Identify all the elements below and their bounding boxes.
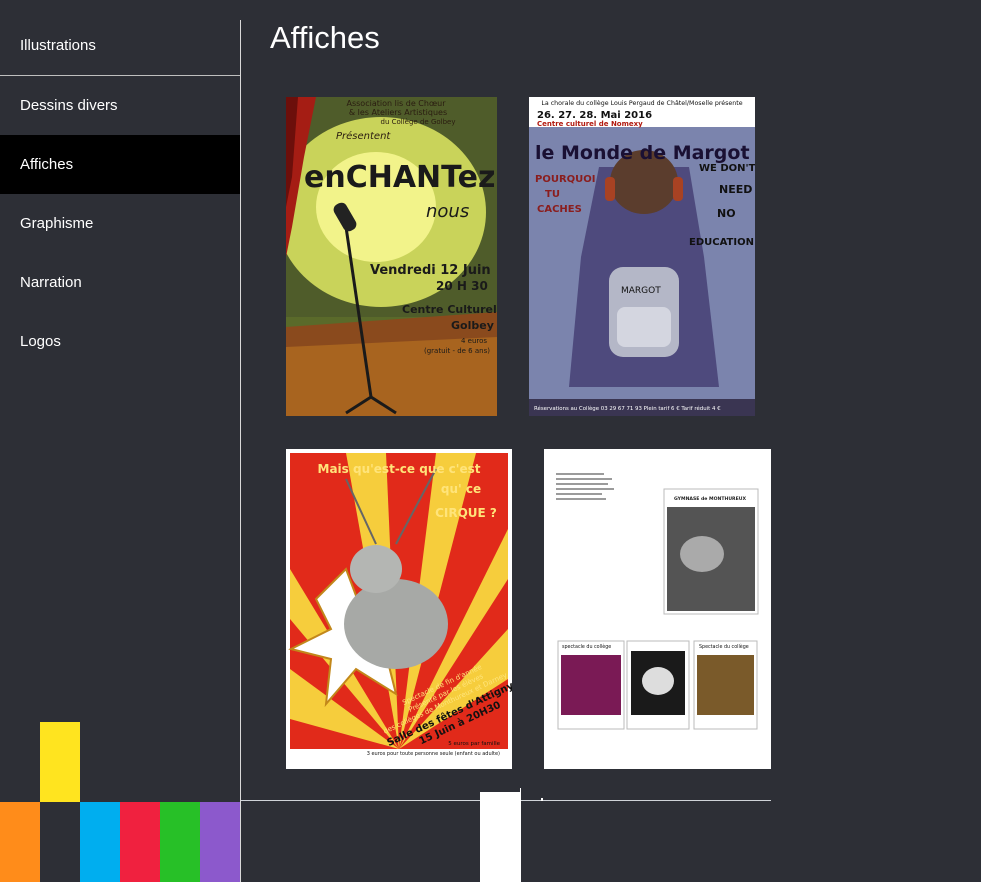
poster-enchantez-date: Vendredi 12 Juin [370,263,491,278]
poster-margot-left1: POURQUOI [535,174,596,185]
swatch-blue [80,802,120,882]
poster-monde-de-margot[interactable]: La chorale du collège Louis Pergaud de C… [529,97,755,416]
poster-enchantez-line3: du Collège de Golbey [381,118,456,126]
poster-margot-art: La chorale du collège Louis Pergaud de C… [529,97,755,416]
poster-margot-footer: Réservations au Collège 03 29 67 71 93 P… [534,405,721,412]
poster-enchantez-line2: & les Ateliers Artistiques [349,108,447,117]
poster-enchantez-price2: (gratuit - de 6 ans) [424,347,490,355]
nav-item-dessins-divers[interactable]: Dessins divers [0,76,240,135]
footer-tick [520,788,521,800]
poster-gymnase-thumb1: spectacle du collège [562,643,611,650]
poster-enchantez-sub: nous [426,201,469,222]
nav-item-illustrations[interactable]: Illustrations [0,16,240,75]
page-title: Affiches [270,20,380,55]
footer-dot [541,798,543,801]
poster-enchantez-venue1: Centre Culturel [402,303,497,316]
poster-margot-right2: NEED [719,183,752,196]
poster-gymnase-heading2: VENDREDI 20 JUIN à 20H30 [678,502,742,507]
poster-margot-right3: NO [717,207,736,220]
poster-enchantez-line1: Association lis de Chœur [347,99,447,108]
nav-item-logos[interactable]: Logos [0,312,240,371]
sidebar-nav: Illustrations Dessins divers Affiches Gr… [0,0,240,882]
poster-margot-left2: TU [545,189,560,200]
poster-enchantez-headline: enCHANTez [304,160,495,195]
poster-cirque-price2: 3 euros pour toute personne seule (enfan… [367,751,500,757]
poster-margot-place: Centre culturel de Nomexy [537,120,643,128]
swatch-green [160,802,200,882]
poster-gymnase-art: GYMNASE de MONTHUREUX VENDREDI 20 JUIN à… [544,449,771,769]
swatch-yellow [40,722,80,802]
poster-margot-right4: EDUCATION ! [689,237,755,248]
poster-cirque-headline3: CIRQUE ? [435,506,497,520]
poster-margot-right1: WE DON'T [699,163,755,174]
nav-item-affiches[interactable]: Affiches [0,135,240,194]
sidebar-divider [240,20,241,882]
nav-item-graphisme[interactable]: Graphisme [0,194,240,253]
poster-enchantez[interactable]: Association lis de Chœur & les Ateliers … [286,97,497,416]
poster-enchantez-art: Association lis de Chœur & les Ateliers … [286,97,497,416]
poster-enchantez-price1: 4 euros [461,337,487,345]
nav-item-narration[interactable]: Narration [0,253,240,312]
white-bar [480,792,521,882]
poster-enchantez-venue2: Golbey [451,319,494,332]
poster-cirque-price1: 5 euros par famille [448,741,500,747]
swatch-red [120,802,160,882]
poster-gymnase[interactable]: GYMNASE de MONTHUREUX VENDREDI 20 JUIN à… [544,449,771,769]
poster-enchantez-time: 20 H 30 [436,279,488,293]
poster-margot-left3: CACHES [537,204,582,215]
poster-gymnase-thumb3: Spectacle du collège [699,643,749,650]
poster-cirque-headline1: Mais qu'est-ce que c'est [318,462,481,476]
poster-cirque[interactable]: Mais qu'est-ce que c'est qu' ce CIRQUE ?… [286,449,512,769]
swatch-orange [0,802,40,882]
poster-margot-top: La chorale du collège Louis Pergaud de C… [541,99,742,107]
poster-margot-headline: le Monde de Margot [535,142,750,164]
poster-cirque-art: Mais qu'est-ce que c'est qu' ce CIRQUE ?… [286,449,512,769]
poster-cirque-headline2: qu' ce [441,482,481,496]
poster-enchantez-presentent: Présentent [336,130,391,142]
swatch-purple [200,802,240,882]
poster-margot-bag: MARGOT [621,286,661,296]
